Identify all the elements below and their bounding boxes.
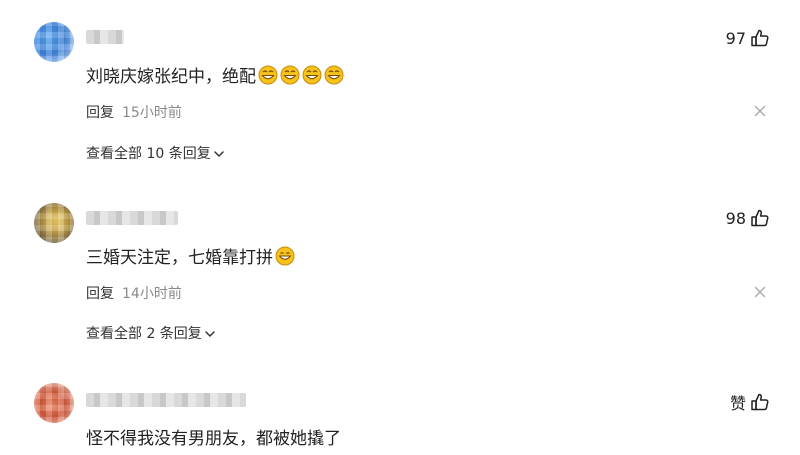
chevron-down-icon <box>205 331 215 337</box>
emoji-row <box>275 246 295 266</box>
comment-text: 三婚天注定，七婚靠打拼 <box>86 243 295 268</box>
view-all-replies-button[interactable]: 查看全部 10 条回复 <box>86 143 225 163</box>
view-all-replies-button[interactable]: 查看全部 2 条回复 <box>86 323 216 343</box>
comment-text: 怪不得我没有男朋友，都被她撬了 <box>86 429 341 449</box>
view-all-replies-label: 查看全部 10 条回复 <box>86 146 211 162</box>
thumbs-up-icon <box>751 209 769 227</box>
chevron-down-icon <box>213 151 224 157</box>
grinning-face-emoji <box>280 65 300 85</box>
username-blurred[interactable] <box>86 30 124 44</box>
close-icon[interactable] <box>754 105 766 117</box>
avatar[interactable] <box>34 203 74 243</box>
avatar[interactable] <box>34 383 74 423</box>
like-count: 97 <box>725 28 746 48</box>
thumbs-up-icon <box>751 393 769 411</box>
comment-meta: 回复 15小时前 <box>86 102 182 122</box>
grinning-face-emoji <box>324 65 344 85</box>
username-blurred[interactable] <box>86 393 246 407</box>
close-icon[interactable] <box>754 286 766 298</box>
thumbs-up-icon <box>751 29 769 47</box>
reply-button[interactable]: 回复 <box>86 105 114 121</box>
timestamp: 14小时前 <box>122 286 182 302</box>
like-count: 98 <box>725 208 746 228</box>
emoji-row <box>258 65 344 85</box>
like-button[interactable]: 97 <box>726 28 770 48</box>
view-all-replies-label: 查看全部 2 条回复 <box>86 326 202 342</box>
like-label: 赞 <box>729 394 746 413</box>
grinning-face-emoji <box>302 65 322 85</box>
grinning-face-emoji <box>275 246 295 266</box>
timestamp: 15小时前 <box>122 105 182 121</box>
like-button[interactable]: 赞 <box>730 390 770 414</box>
grinning-face-emoji <box>258 65 278 85</box>
avatar[interactable] <box>34 22 74 62</box>
comment-text: 刘晓庆嫁张纪中，绝配 <box>86 62 344 87</box>
like-button[interactable]: 98 <box>726 208 770 228</box>
comment-meta: 回复 14小时前 <box>86 283 182 303</box>
username-blurred[interactable] <box>86 211 178 225</box>
reply-button[interactable]: 回复 <box>86 286 114 302</box>
